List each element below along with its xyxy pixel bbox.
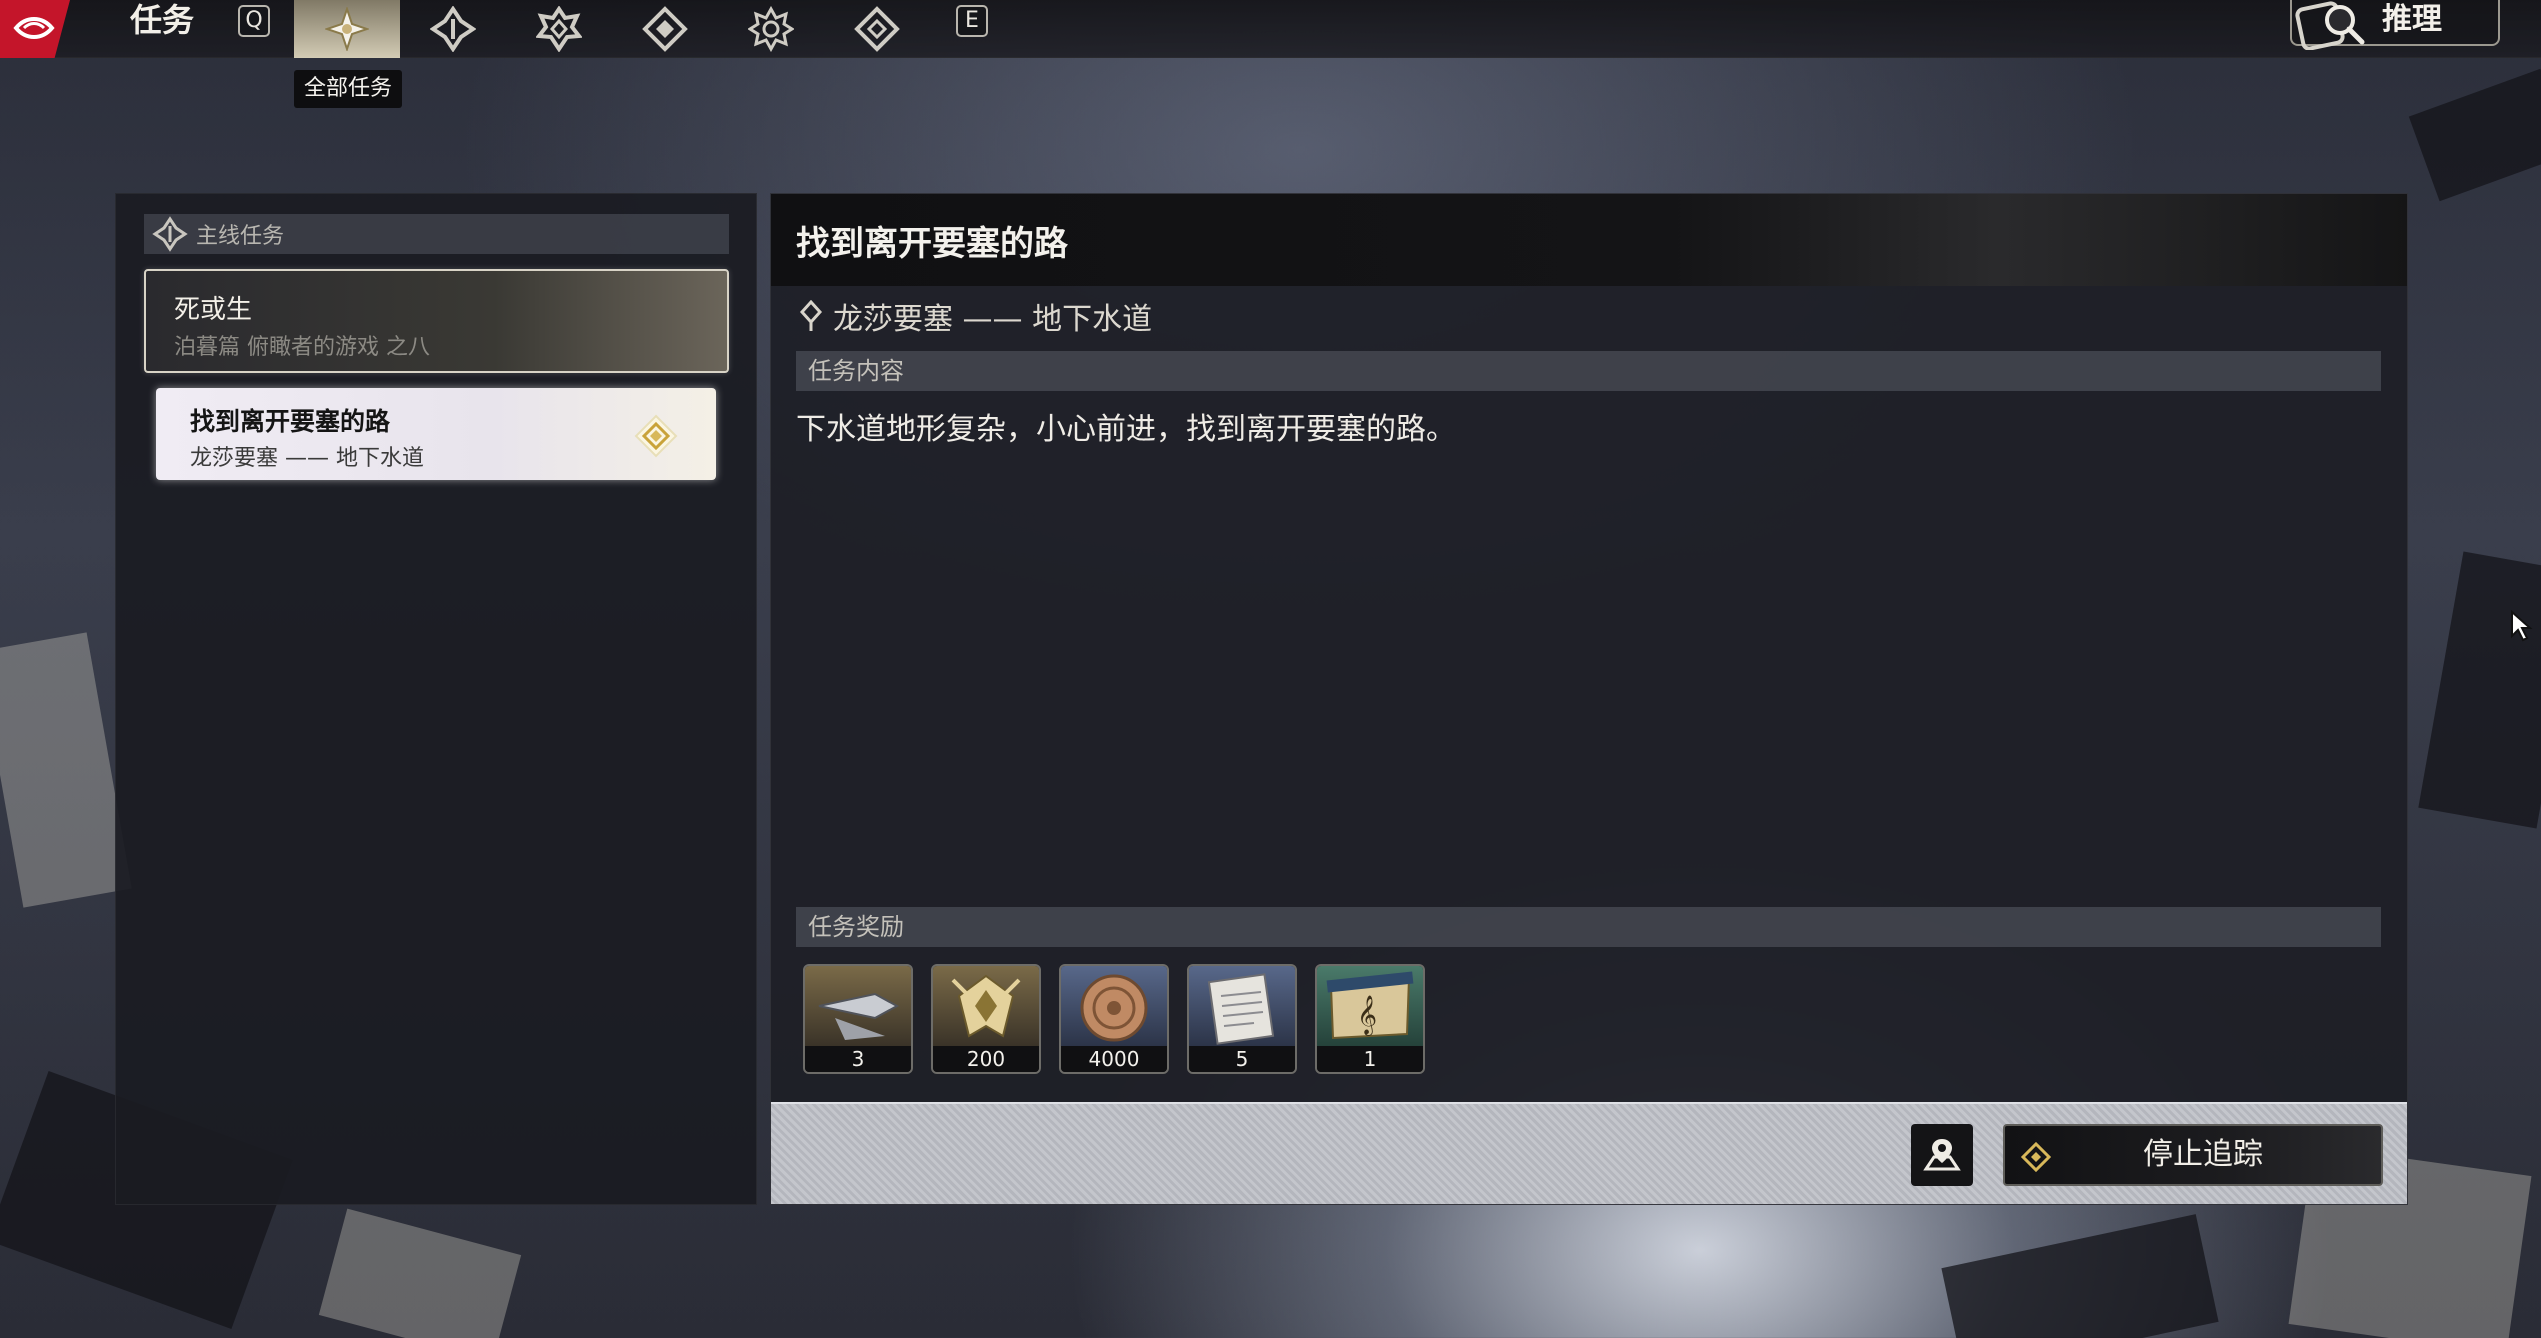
emblem-currency-icon — [933, 966, 1039, 1046]
deduce-button[interactable]: 推理 — [2290, 0, 2500, 50]
deduce-label: 推理 — [2382, 2, 2442, 37]
reward-qty: 3 — [805, 1046, 911, 1072]
main-quest-icon — [152, 216, 188, 252]
quest-item-title: 找到离开要塞的路 — [190, 407, 391, 436]
tab-main-quests[interactable] — [400, 0, 506, 58]
page-title: 任务 — [130, 1, 195, 39]
bg-debris — [0, 632, 132, 908]
game-logo[interactable] — [0, 0, 70, 58]
tracking-diamond-icon — [634, 414, 678, 458]
weapon-material-icon — [805, 966, 911, 1046]
tab-event-quests[interactable] — [718, 0, 824, 58]
tab-tooltip: 全部任务 — [294, 70, 403, 108]
detail-location: 龙莎要塞 —— 地下水道 — [799, 294, 1152, 338]
show-on-map-button[interactable] — [1911, 1124, 1973, 1186]
side-quest-icon — [642, 6, 688, 52]
reward-qty: 200 — [933, 1046, 1039, 1072]
quest-group-item[interactable]: 死或生 泊暮篇 俯瞰者的游戏 之八 — [144, 269, 729, 373]
rewards-label: 任务奖励 — [808, 913, 904, 941]
coin-icon — [1061, 966, 1167, 1046]
quest-detail-panel: 找到离开要塞的路 龙莎要塞 —— 地下水道 任务内容 下水道地形复杂，小心前进，… — [770, 193, 2408, 1205]
mouse-cursor-icon — [2511, 610, 2533, 642]
detail-footer: 停止追踪 — [771, 1102, 2407, 1204]
reward-list: 3 200 4000 5 𝄞 1 — [803, 964, 1425, 1074]
quest-group-subtitle: 泊暮篇 俯瞰者的游戏 之八 — [174, 335, 430, 360]
main-quest-section-header: 主线任务 — [144, 214, 729, 254]
detail-title: 找到离开要塞的路 — [796, 224, 1068, 264]
top-bar: 任务 Q E 推理 — [0, 0, 2541, 58]
bg-debris — [2418, 551, 2541, 829]
bg-debris — [1941, 1214, 2219, 1338]
quest-item-location: 龙莎要塞 —— 地下水道 — [190, 446, 424, 471]
main-quest-icon — [430, 6, 476, 52]
bg-debris — [2408, 68, 2541, 202]
reward-qty: 1 — [1317, 1046, 1423, 1072]
svg-text:𝄞: 𝄞 — [1357, 995, 1377, 1036]
quest-description: 下水道地形复杂，小心前进，找到离开要塞的路。 — [796, 412, 1456, 447]
companion-quest-icon — [536, 6, 582, 52]
reward-item[interactable]: 4000 — [1059, 964, 1169, 1074]
quest-list-item[interactable]: 找到离开要塞的路 龙莎要塞 —— 地下水道 — [156, 388, 716, 480]
document-scroll-icon — [1189, 966, 1295, 1046]
music-sheet-icon: 𝄞 — [1317, 966, 1423, 1046]
all-quests-icon — [325, 7, 369, 51]
content-section-header: 任务内容 — [796, 351, 2381, 391]
location-text: 龙莎要塞 —— 地下水道 — [833, 302, 1153, 337]
eye-logo-icon — [13, 17, 55, 39]
event-quest-icon — [748, 6, 794, 52]
stop-tracking-label: 停止追踪 — [2143, 1137, 2263, 1172]
section-label: 主线任务 — [196, 224, 285, 249]
quest-group-title: 死或生 — [174, 295, 253, 325]
quest-list-panel: 主线任务 死或生 泊暮篇 俯瞰者的游戏 之八 找到离开要塞的路 龙莎要塞 —— … — [115, 193, 757, 1205]
location-pin-icon — [799, 300, 823, 331]
reward-qty: 5 — [1189, 1046, 1295, 1072]
tab-side-quests[interactable] — [612, 0, 718, 58]
detail-header: 找到离开要塞的路 — [771, 194, 2407, 286]
next-tab-key[interactable]: E — [956, 5, 988, 37]
tab-daily-quests[interactable] — [824, 0, 930, 58]
reward-qty: 4000 — [1061, 1046, 1167, 1072]
rewards-section-header: 任务奖励 — [796, 907, 2381, 947]
daily-quest-icon — [854, 6, 900, 52]
reward-item[interactable]: 3 — [803, 964, 913, 1074]
tab-all-quests[interactable] — [294, 0, 400, 58]
reward-item[interactable]: 200 — [931, 964, 1041, 1074]
reward-item[interactable]: 𝄞 1 — [1315, 964, 1425, 1074]
prev-tab-key[interactable]: Q — [238, 5, 270, 37]
bg-debris — [318, 1208, 522, 1338]
tab-companion-quests[interactable] — [506, 0, 612, 58]
reward-item[interactable]: 5 — [1187, 964, 1297, 1074]
map-pin-icon — [1923, 1139, 1961, 1171]
stop-tracking-button[interactable]: 停止追踪 — [2003, 1124, 2383, 1186]
magnifier-icon — [2295, 1, 2365, 50]
content-label: 任务内容 — [808, 357, 904, 385]
